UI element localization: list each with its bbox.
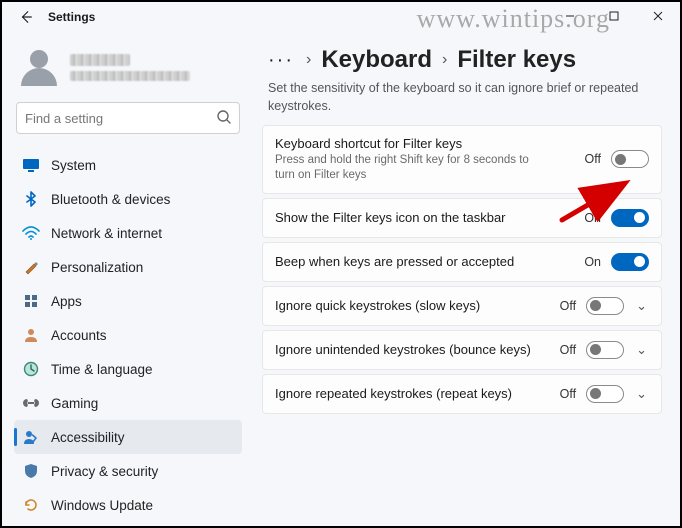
toggle-state-label: On [584, 211, 601, 225]
toggle-switch[interactable] [611, 150, 649, 168]
card-title: Keyboard shortcut for Filter keys [275, 136, 575, 151]
breadcrumb-level2: Filter keys [457, 46, 576, 74]
search-input[interactable] [16, 102, 240, 134]
nav-icon [22, 394, 40, 412]
titlebar: Settings www.wintips.org [2, 2, 680, 32]
nav-icon [22, 496, 40, 514]
card-title: Beep when keys are pressed or accepted [275, 254, 574, 269]
page-description: Set the sensitivity of the keyboard so i… [262, 80, 662, 125]
sidebar-item-label: Gaming [51, 396, 98, 411]
avatar [18, 46, 60, 88]
window-title: Settings [48, 10, 95, 24]
card-text: Ignore quick keystrokes (slow keys) [275, 298, 550, 313]
breadcrumb: ··· › Keyboard › Filter keys [262, 40, 662, 80]
nav-icon [22, 258, 40, 276]
card-subtitle: Press and hold the right Shift key for 8… [275, 153, 545, 183]
toggle-switch[interactable] [586, 385, 624, 403]
account-block[interactable] [14, 40, 242, 100]
toggle-state-label: Off [560, 343, 576, 357]
sidebar: System Bluetooth & devices Network & inter… [2, 32, 252, 526]
card-text: Keyboard shortcut for Filter keys Press a… [275, 136, 575, 183]
sidebar-item-system[interactable]: System [14, 148, 242, 182]
nav-list: System Bluetooth & devices Network & inter… [14, 148, 242, 522]
sidebar-item-personalization[interactable]: Personalization [14, 250, 242, 284]
toggle-state-label: Off [560, 299, 576, 313]
sidebar-item-label: Accessibility [51, 430, 125, 445]
card-controls: Off ⌄ [560, 385, 649, 403]
chevron-right-icon: › [442, 51, 447, 69]
sidebar-item-privacy-security[interactable]: Privacy & security [14, 454, 242, 488]
card-title: Ignore quick keystrokes (slow keys) [275, 298, 550, 313]
sidebar-item-time-language[interactable]: Time & language [14, 352, 242, 386]
setting-card[interactable]: Ignore quick keystrokes (slow keys) Off ⌄ [262, 286, 662, 326]
back-button[interactable] [14, 5, 38, 29]
card-controls: On [584, 253, 649, 271]
card-controls: On [584, 209, 649, 227]
toggle-state-label: On [584, 255, 601, 269]
sidebar-item-label: System [51, 158, 96, 173]
breadcrumb-more[interactable]: ··· [268, 49, 296, 72]
card-controls: Off ⌄ [560, 297, 649, 315]
toggle-switch[interactable] [611, 253, 649, 271]
card-text: Beep when keys are pressed or accepted [275, 254, 574, 269]
sidebar-item-accessibility[interactable]: Accessibility [14, 420, 242, 454]
sidebar-item-bluetooth-devices[interactable]: Bluetooth & devices [14, 182, 242, 216]
content: ··· › Keyboard › Filter keys Set the sen… [252, 32, 680, 526]
minimize-button[interactable] [548, 2, 592, 30]
toggle-switch[interactable] [586, 297, 624, 315]
toggle-switch[interactable] [586, 341, 624, 359]
chevron-down-icon: ⌄ [634, 342, 649, 358]
settings-window: Settings www.wintips.org [0, 0, 682, 528]
toggle-switch[interactable] [611, 209, 649, 227]
nav-icon [22, 360, 40, 378]
sidebar-item-label: Network & internet [51, 226, 162, 241]
sidebar-item-network-internet[interactable]: Network & internet [14, 216, 242, 250]
setting-card: Show the Filter keys icon on the taskbar… [262, 198, 662, 238]
card-title: Ignore unintended keystrokes (bounce key… [275, 342, 550, 357]
window-controls [548, 2, 680, 30]
chevron-right-icon: › [306, 51, 311, 69]
close-button[interactable] [636, 2, 680, 30]
settings-list: Keyboard shortcut for Filter keys Press a… [262, 125, 662, 414]
chevron-down-icon: ⌄ [634, 386, 649, 402]
card-controls: Off [585, 150, 649, 168]
sidebar-item-label: Accounts [51, 328, 107, 343]
nav-icon [22, 428, 40, 446]
card-controls: Off ⌄ [560, 341, 649, 359]
toggle-state-label: Off [560, 387, 576, 401]
sidebar-item-apps[interactable]: Apps [14, 284, 242, 318]
card-title: Show the Filter keys icon on the taskbar [275, 210, 574, 225]
sidebar-item-gaming[interactable]: Gaming [14, 386, 242, 420]
sidebar-item-label: Personalization [51, 260, 143, 275]
sidebar-item-label: Windows Update [51, 498, 153, 513]
toggle-state-label: Off [585, 152, 601, 166]
search-icon [216, 109, 232, 130]
nav-icon [22, 326, 40, 344]
sidebar-item-accounts[interactable]: Accounts [14, 318, 242, 352]
nav-icon [22, 224, 40, 242]
sidebar-item-label: Time & language [51, 362, 153, 377]
setting-card[interactable]: Ignore repeated keystrokes (repeat keys)… [262, 374, 662, 414]
nav-icon [22, 156, 40, 174]
card-text: Ignore unintended keystrokes (bounce key… [275, 342, 550, 357]
card-title: Ignore repeated keystrokes (repeat keys) [275, 386, 550, 401]
nav-icon [22, 190, 40, 208]
search-wrap [16, 102, 240, 134]
breadcrumb-level1[interactable]: Keyboard [321, 46, 432, 74]
maximize-button[interactable] [592, 2, 636, 30]
setting-card: Beep when keys are pressed or accepted On [262, 242, 662, 282]
setting-card[interactable]: Ignore unintended keystrokes (bounce key… [262, 330, 662, 370]
chevron-down-icon: ⌄ [634, 298, 649, 314]
arrow-left-icon [19, 10, 33, 24]
sidebar-item-label: Apps [51, 294, 82, 309]
sidebar-item-windows-update[interactable]: Windows Update [14, 488, 242, 522]
nav-icon [22, 292, 40, 310]
nav-icon [22, 462, 40, 480]
sidebar-item-label: Bluetooth & devices [51, 192, 170, 207]
card-text: Ignore repeated keystrokes (repeat keys) [275, 386, 550, 401]
sidebar-item-label: Privacy & security [51, 464, 158, 479]
setting-card: Keyboard shortcut for Filter keys Press a… [262, 125, 662, 194]
card-text: Show the Filter keys icon on the taskbar [275, 210, 574, 225]
account-name [70, 54, 190, 81]
